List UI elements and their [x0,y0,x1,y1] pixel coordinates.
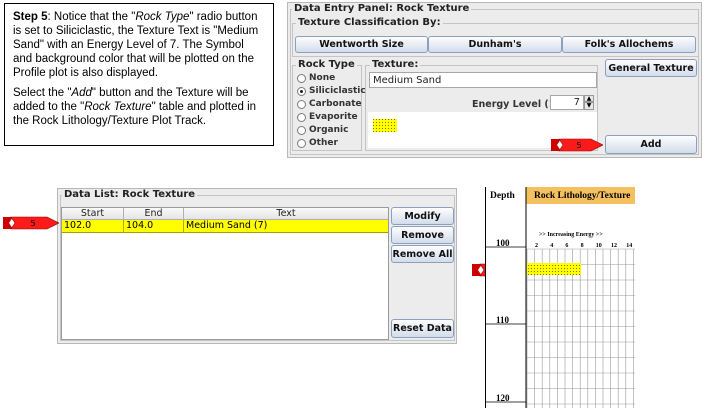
energy-tick-label: 2 [535,243,538,249]
instruction-text: : Notice that the " [47,11,136,23]
column-header-end[interactable]: End [124,208,184,220]
energy-tick-label: 12 [611,243,617,249]
depth-label-110: 110 [496,315,510,325]
energy-caption: >> Increasing Energy >> [539,232,603,238]
classification-title: Texture Classification By: [296,17,443,28]
rock-type-label: Carbonate [309,99,362,109]
data-list-panel: Data List: Rock Texture Start End Text 1… [57,188,457,344]
rock-type-label: None [309,73,336,83]
energy-tick-label: 6 [565,243,568,249]
energy-tick-label: 4 [550,243,553,249]
rock-type-radio-other[interactable]: Other [297,138,338,148]
radio-indicator [297,99,306,109]
energy-tick-labels: 2 4 6 8 10 12 14 [535,243,632,249]
instruction-emphasis: Add [71,87,92,99]
instruction-box: Step 5: Notice that the "Rock Type" radi… [4,3,274,146]
rock-type-radio-siliciclastic[interactable]: Siliciclastic [297,86,366,96]
step-marker-label: 5 [576,141,581,150]
cell-start: 102.0 [62,220,124,232]
energy-tick-label: 10 [596,243,602,249]
track-header: Rock Lithology/Texture [534,191,630,201]
instruction-emphasis: Rock Type [135,11,190,23]
remove-button[interactable]: Remove [391,226,454,244]
radio-indicator [297,112,306,122]
radio-indicator [297,86,306,96]
rock-type-radio-organic[interactable]: Organic [297,125,348,135]
depth-header: Depth [490,191,516,201]
general-texture-button[interactable]: General Texture [605,59,697,77]
remove-all-button[interactable]: Remove All [391,245,454,263]
energy-tick-label: 8 [581,243,584,249]
spinner-up-button[interactable]: ▲ [584,95,594,102]
depth-label-120: 120 [496,393,510,403]
cell-text: Medium Sand (7) [186,220,268,231]
instruction-paragraph-2: Select the "Add" button and the Texture … [13,86,265,128]
cell-end: 104.0 [124,220,184,232]
column-header-start[interactable]: Start [62,208,124,220]
instruction-paragraph-1: Step 5: Notice that the "Rock Type" radi… [13,10,265,80]
column-header-text[interactable]: Text [184,208,388,220]
radio-indicator [297,125,306,135]
data-list-title: Data List: Rock Texture [62,189,198,200]
radio-indicator [297,138,306,148]
instruction-text: Select the " [13,87,72,99]
rock-type-label: Organic [309,125,349,135]
texture-text-field[interactable]: Medium Sand [369,72,597,88]
rock-type-label: Other [309,138,338,148]
rock-type-label: Evaporite [309,112,358,122]
step-marker-arrow: 5 [3,216,59,230]
step-label: Step 5 [13,11,48,23]
texture-title: Texture: [370,59,421,70]
add-button[interactable]: Add [605,135,697,154]
instruction-emphasis: Rock Texture [84,101,152,113]
table-row[interactable]: 102.0 104.0 Medium Sand (7) [62,220,388,233]
radio-indicator [297,73,306,83]
energy-tick-label: 14 [626,243,632,249]
sand-symbol-swatch [373,119,397,132]
energy-level-spinner[interactable]: 7 [550,95,584,110]
dunhams-button[interactable]: Dunham's [428,36,562,53]
step-marker-label: 5 [30,219,35,228]
rock-type-radio-carbonate[interactable]: Carbonate [297,99,362,109]
wentworth-size-button[interactable]: Wentworth Size [295,36,428,53]
rock-type-radio-none[interactable]: None [297,73,335,83]
lithology-plot-track: Depth Rock Lithology/Texture >> Increasi… [485,187,635,408]
texture-fill [527,263,581,275]
energy-level-value: 7 [573,97,580,108]
folks-allochems-button[interactable]: Folk's Allochems [562,36,696,53]
reset-data-button[interactable]: Reset Data [391,319,454,338]
rock-texture-table[interactable]: Start End Text 102.0 104.0 Medium Sand (… [61,207,389,340]
plot-canvas: Depth Rock Lithology/Texture >> Increasi… [486,187,635,408]
rock-type-radio-evaporite[interactable]: Evaporite [297,112,358,122]
entry-panel-title: Data Entry Panel: Rock Texture [292,3,472,14]
rock-type-title: Rock Type [296,59,357,70]
spinner-down-button[interactable]: ▼ [584,102,594,110]
step-marker-arrow: 5 [551,138,603,152]
modify-button[interactable]: Modify [391,207,454,225]
depth-label-100: 100 [496,238,510,248]
rock-type-label: Siliciclastic [309,86,366,96]
data-entry-panel: Data Entry Panel: Rock Texture Texture C… [287,2,702,158]
